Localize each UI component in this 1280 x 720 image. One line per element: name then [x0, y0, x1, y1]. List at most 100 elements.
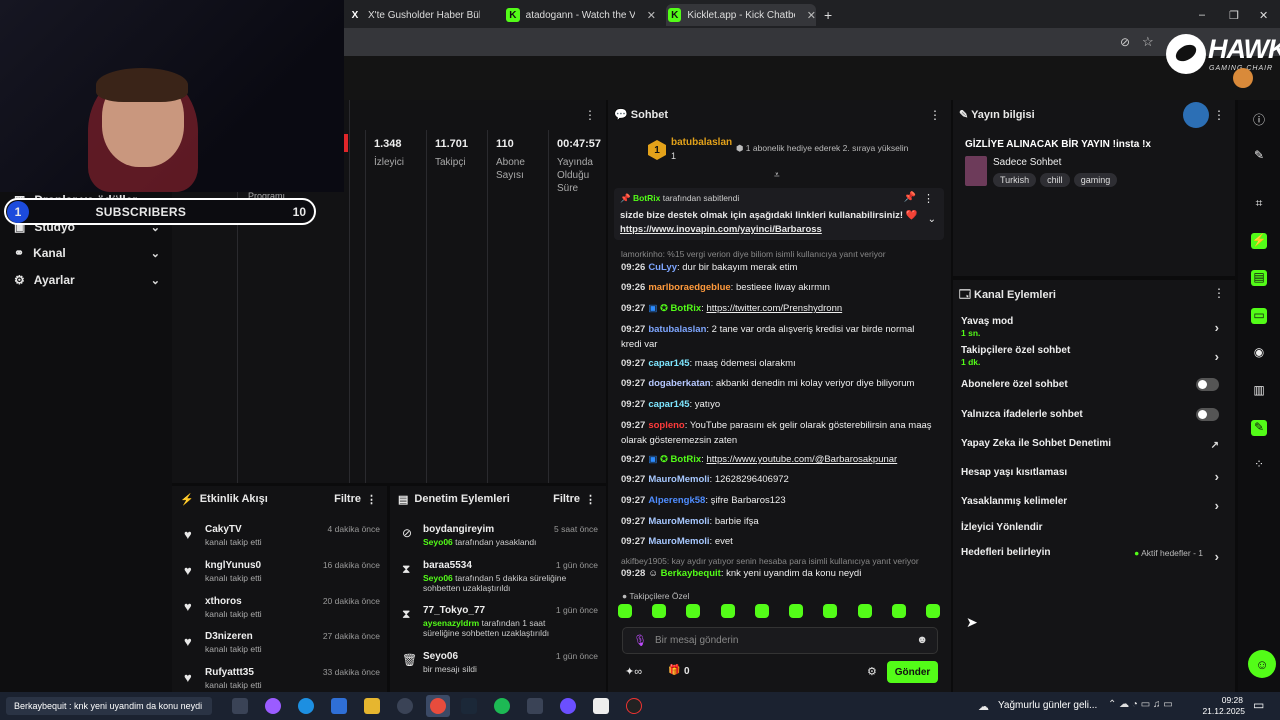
moderated-user[interactable]: Seyo06 — [423, 651, 458, 662]
minimize-button[interactable]: – — [1199, 4, 1205, 26]
bolt-icon[interactable]: ⚡ — [1251, 233, 1267, 249]
discord-icon[interactable] — [560, 698, 576, 714]
message-link[interactable]: https://www.youtube.com/@Barbarosakpunar — [706, 454, 897, 465]
maximize-button[interactable]: ❐ — [1229, 4, 1239, 26]
location-pin-icon[interactable] — [1183, 102, 1209, 128]
app-icon[interactable] — [593, 698, 609, 714]
browser-tab[interactable]: K atadogann - Watch the VOD on ✕ — [506, 4, 656, 26]
emote-icon[interactable] — [618, 604, 632, 618]
chat-icon[interactable]: ▭ — [1251, 308, 1267, 324]
message-username[interactable]: capar145 — [648, 399, 689, 410]
filter-button[interactable]: Filtre — [334, 493, 361, 505]
message-username[interactable]: MauroMemoli — [648, 516, 709, 527]
follower-name[interactable]: xthoros — [205, 596, 242, 607]
microphone-icon[interactable]: 🎙 — [633, 634, 647, 647]
action-set-goals[interactable]: Hedefleri belirleyin ● Aktif hedefler - … — [961, 547, 1227, 564]
bookmark-star-icon[interactable]: ☆ — [1142, 34, 1154, 50]
outlook-icon[interactable] — [331, 698, 347, 714]
steam-icon[interactable] — [461, 698, 477, 714]
clock-time[interactable]: 09:28 — [1203, 695, 1243, 705]
close-tab-icon[interactable]: ✕ — [647, 9, 656, 22]
message-username[interactable]: capar145 — [648, 358, 689, 369]
new-tab-button[interactable]: + — [824, 4, 832, 26]
more-options-icon[interactable]: ⋮ — [929, 108, 941, 122]
emote-icon[interactable] — [925, 604, 940, 618]
weather-text[interactable]: Yağmurlu günler geli... — [998, 700, 1097, 711]
browser-tab-active[interactable]: K Kicklet.app - Kick Chatbot and C ✕ — [666, 4, 816, 26]
tag[interactable]: chill — [1040, 173, 1070, 187]
broadcast-icon[interactable]: ◉ — [1251, 345, 1267, 361]
action-account-age[interactable]: Hesap yaşı kısıtlaması › — [961, 467, 1227, 484]
moderated-user[interactable]: baraa5534 — [423, 560, 472, 571]
top-gifter-name[interactable]: batubalaslan — [671, 137, 732, 148]
app-icon[interactable] — [527, 698, 543, 714]
emote-only-toggle[interactable] — [1196, 408, 1219, 421]
follower-name[interactable]: D3nizeren — [205, 631, 253, 642]
emote-icon[interactable] — [754, 604, 769, 618]
obs-icon[interactable] — [626, 698, 642, 714]
tag[interactable]: gaming — [1073, 173, 1118, 187]
message-username[interactable]: BotRix — [671, 454, 702, 465]
spotify-icon[interactable] — [494, 698, 510, 714]
action-host-viewers[interactable]: İzleyici Yönlendir — [961, 522, 1227, 533]
wrench-icon[interactable]: ✎ — [1251, 420, 1267, 436]
emote-icon[interactable] — [823, 604, 838, 618]
layout-icon[interactable]: ▥ — [1251, 383, 1267, 399]
xbox-icon[interactable] — [397, 698, 413, 714]
more-options-icon[interactable]: ⋮ — [1213, 286, 1225, 300]
moderated-user[interactable]: boydangireyim — [423, 524, 494, 535]
emote-icon[interactable] — [686, 604, 701, 618]
more-options-icon[interactable]: ⋮ — [366, 493, 377, 506]
tag[interactable]: Turkish — [993, 173, 1037, 187]
document-icon[interactable]: ▤ — [1251, 270, 1267, 286]
moderator-name[interactable]: Seyo06 — [423, 573, 453, 583]
emote-icon[interactable] — [789, 604, 804, 618]
more-options-icon[interactable]: ⋮ — [584, 108, 596, 122]
file-explorer-icon[interactable] — [364, 698, 380, 714]
edge-icon[interactable] — [298, 698, 314, 714]
action-banned-words[interactable]: Yasaklanmış kelimeler › — [961, 496, 1227, 513]
clock-date[interactable]: 21.12.2025 — [1195, 706, 1245, 716]
emote-icon[interactable] — [652, 604, 667, 618]
close-window-button[interactable]: ✕ — [1259, 4, 1268, 26]
message-username[interactable]: dogaberkatan — [648, 378, 710, 389]
more-options-icon[interactable]: ⋮ — [923, 192, 934, 205]
more-options-icon[interactable]: ⋮ — [585, 493, 596, 506]
message-username[interactable]: BotRix — [671, 303, 702, 314]
message-username[interactable]: marlboraedgeblue — [648, 282, 730, 293]
message-username[interactable]: MauroMemoli — [648, 536, 709, 547]
stream-category[interactable]: Sadece Sohbet — [993, 157, 1061, 168]
apps-icon[interactable]: ⁘ — [1251, 457, 1267, 473]
message-username[interactable]: Berkaybequit — [661, 568, 721, 579]
more-options-icon[interactable]: ⋮ — [1213, 108, 1225, 122]
message-link[interactable]: https://twitter.com/Prenshydronn — [706, 303, 842, 314]
emote-icon[interactable] — [857, 604, 872, 618]
pinned-link[interactable]: https://www.inovapin.com/yayinci/Barbaro… — [620, 224, 822, 235]
channel-points-icon[interactable]: ✦∞ — [625, 665, 642, 678]
emote-icon[interactable] — [891, 604, 906, 618]
tray-icons[interactable]: ⌃ ☁ ◔ ▭ ♫ ▭ — [1108, 699, 1173, 710]
message-username[interactable]: Alperengk58 — [648, 495, 705, 506]
scroll-to-top-icon[interactable]: ⩡ — [774, 170, 780, 181]
moderator-name[interactable]: aysenazyldrm — [423, 618, 479, 628]
chevron-down-icon[interactable]: ⌄ — [928, 214, 936, 225]
copilot-icon[interactable] — [265, 698, 281, 714]
action-followers-only[interactable]: Takipçilere özel sohbet 1 dk. › — [961, 345, 1227, 367]
action-slow-mode[interactable]: Yavaş mod 1 sn. › — [961, 316, 1227, 338]
message-username[interactable]: batubalaslan — [648, 324, 706, 335]
chat-input[interactable]: 🎙 Bir mesaj gönderin ☻ — [622, 627, 938, 654]
sidebar-item-settings[interactable]: ⚙ Ayarlar ⌄ — [14, 273, 160, 287]
edit-icon[interactable]: ✎ — [1251, 148, 1267, 164]
notifications-icon[interactable]: ▭ — [1253, 698, 1264, 712]
gift-icon[interactable]: 🎁 — [668, 665, 680, 676]
emoji-picker-icon[interactable]: ☻ — [916, 634, 928, 646]
message-username[interactable]: MauroMemoli — [648, 474, 709, 485]
user-avatar[interactable] — [1233, 68, 1253, 88]
eye-slash-icon[interactable]: ⊘ — [1120, 35, 1130, 49]
close-tab-icon[interactable]: ✕ — [807, 9, 816, 22]
send-button[interactable]: Gönder — [887, 661, 938, 683]
moderator-name[interactable]: Seyo06 — [423, 537, 453, 547]
moderated-user[interactable]: 77_Tokyo_77 — [423, 605, 485, 616]
chrome-icon[interactable] — [430, 698, 446, 714]
follower-name[interactable]: Rufyattt35 — [205, 667, 254, 678]
